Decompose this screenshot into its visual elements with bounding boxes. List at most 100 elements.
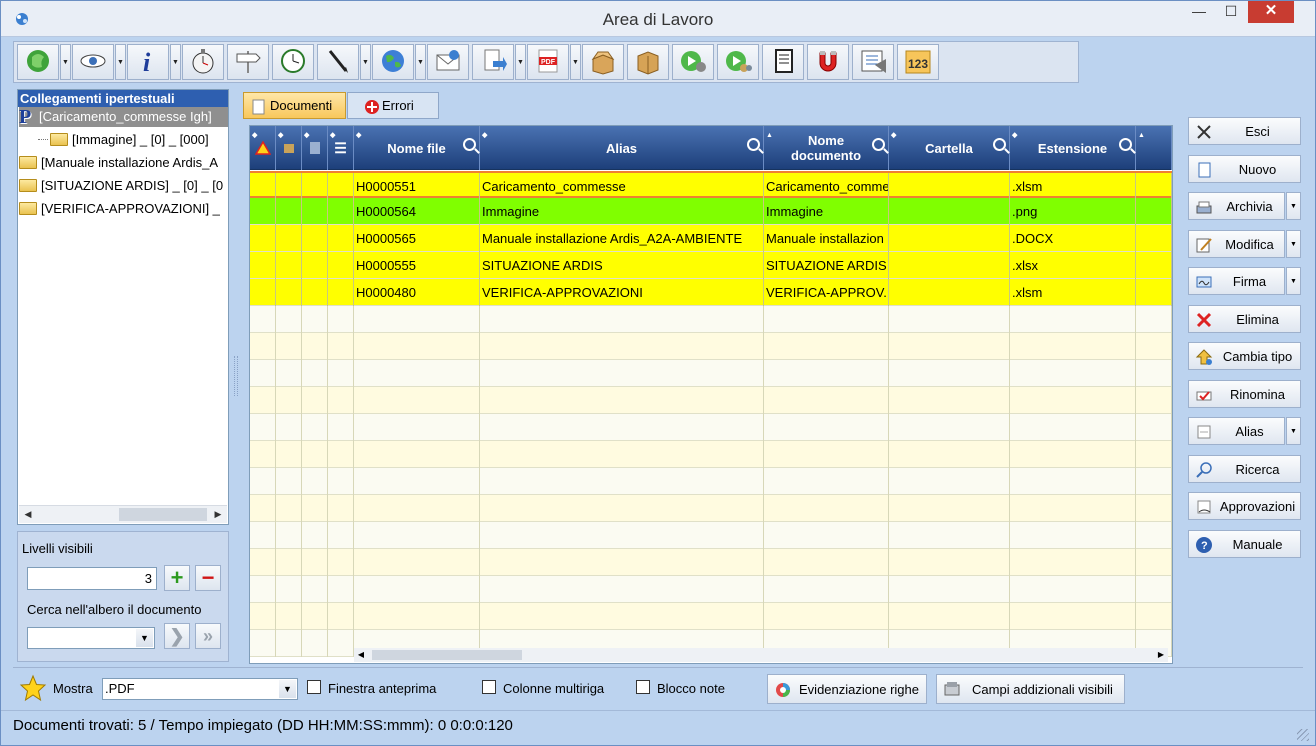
tree-item[interactable]: [VERIFICA-APPROVAZIONI] _ — [19, 199, 228, 219]
toolbar-button-play-user[interactable] — [672, 44, 714, 80]
toolbar-button-open-box[interactable] — [582, 44, 624, 80]
col-cartella-header[interactable]: Cartella ◆ — [889, 126, 1010, 170]
search-icon[interactable] — [463, 138, 476, 151]
col-warning-header[interactable]: ◆ — [250, 126, 276, 170]
toolbar-button-pen[interactable] — [317, 44, 359, 80]
levels-input[interactable]: 3 — [27, 567, 157, 590]
chevron-down-icon[interactable]: ▼ — [360, 44, 371, 80]
close-window-button[interactable]: ✕ — [1248, 1, 1294, 23]
table-row-empty[interactable] — [250, 495, 1172, 522]
archivia-button[interactable]: Archivia — [1188, 192, 1285, 220]
scroll-thumb[interactable] — [119, 508, 207, 521]
firma-button[interactable]: Firma — [1188, 267, 1285, 295]
col-package-header[interactable]: ◆ — [276, 126, 302, 170]
manuale-button[interactable]: ? Manuale — [1188, 530, 1301, 558]
table-row-empty[interactable] — [250, 387, 1172, 414]
toolbar-button-binder[interactable] — [762, 44, 804, 80]
scroll-right-arrow-icon[interactable]: ▶ — [209, 506, 227, 523]
additional-fields-button[interactable]: Campi addizionali visibili — [936, 674, 1125, 704]
grid-horizontal-scrollbar[interactable]: ◀ ▶ — [354, 648, 1168, 662]
table-row-empty[interactable] — [250, 603, 1172, 630]
chevron-down-icon[interactable]: ▼ — [1286, 230, 1301, 258]
panel-splitter[interactable] — [234, 356, 238, 396]
toolbar-button-email[interactable] — [427, 44, 469, 80]
chevron-down-icon[interactable]: ▼ — [279, 680, 296, 698]
toolbar-button-eye[interactable] — [72, 44, 114, 80]
add-level-button[interactable]: + — [164, 565, 190, 591]
tree-item[interactable]: [SITUAZIONE ARDIS] _ [0] _ [0 — [19, 176, 228, 196]
tab-documenti[interactable]: Documenti — [243, 92, 346, 119]
table-row[interactable]: H0000564 Immagine Immagine .png — [250, 198, 1172, 225]
toolbar-button-play-group[interactable] — [717, 44, 759, 80]
tree-item[interactable]: [Manuale installazione Ardis_A — [19, 153, 228, 173]
toolbar-button-document-export[interactable] — [472, 44, 514, 80]
table-row-empty[interactable] — [250, 576, 1172, 603]
rinomina-button[interactable]: Rinomina — [1188, 380, 1301, 408]
tree-horizontal-scrollbar[interactable]: ◀ ▶ — [19, 505, 227, 523]
modifica-button[interactable]: Modifica — [1188, 230, 1285, 258]
table-row-empty[interactable] — [250, 468, 1172, 495]
col-note-header[interactable]: ◆ — [302, 126, 328, 170]
search-icon[interactable] — [872, 138, 885, 151]
search-icon[interactable] — [1119, 138, 1132, 151]
grid-scroll-left-icon[interactable]: ◀ — [354, 648, 368, 662]
resize-grip-icon[interactable] — [1297, 729, 1309, 741]
table-row[interactable]: H0000480 VERIFICA-APPROVAZIONI VERIFICA-AP… — [250, 279, 1172, 306]
col-nome-documento-header[interactable]: Nome documento ▲ — [764, 126, 889, 170]
table-row[interactable]: H0000555 SITUAZIONE ARDIS SITUAZIONE ARDIS… — [250, 252, 1172, 279]
grid-scroll-thumb[interactable] — [372, 650, 522, 660]
table-row-empty[interactable] — [250, 441, 1172, 468]
chevron-down-icon[interactable]: ▼ — [136, 629, 153, 647]
mostra-select[interactable]: .PDF ▼ — [102, 678, 298, 700]
find-next-button[interactable]: ❯ — [164, 623, 190, 649]
search-icon[interactable] — [747, 138, 760, 151]
nuovo-button[interactable]: Nuovo — [1188, 155, 1301, 183]
notepad-checkbox[interactable] — [636, 680, 650, 694]
esci-button[interactable]: Esci — [1188, 117, 1301, 145]
chevron-down-icon[interactable]: ▼ — [515, 44, 526, 80]
find-last-button[interactable]: » — [195, 623, 221, 649]
table-row-empty[interactable] — [250, 549, 1172, 576]
search-icon[interactable] — [993, 138, 1006, 151]
toolbar-button-info[interactable]: i — [127, 44, 169, 80]
row-highlight-button[interactable]: Evidenziazione righe — [767, 674, 927, 704]
table-row-empty[interactable] — [250, 360, 1172, 387]
tree-item[interactable]: P [Caricamento_commesse Igh] — [19, 107, 228, 127]
toolbar-button-green-globe[interactable] — [17, 44, 59, 80]
chevron-down-icon[interactable]: ▼ — [570, 44, 581, 80]
table-row[interactable]: H0000565 Manuale installazione Ardis_A2A-… — [250, 225, 1172, 252]
search-tree-combo[interactable]: ▼ — [27, 627, 155, 649]
table-row[interactable]: H0000551 Caricamento_commesse Caricamento_… — [250, 171, 1172, 200]
multiline-columns-checkbox[interactable] — [482, 680, 496, 694]
elimina-button[interactable]: Elimina — [1188, 305, 1301, 333]
toolbar-button-clock[interactable] — [272, 44, 314, 80]
col-menu-header[interactable]: ☰ ◆ — [328, 126, 354, 170]
approvazioni-button[interactable]: Approvazioni — [1188, 492, 1301, 520]
toolbar-button-magnet[interactable] — [807, 44, 849, 80]
chevron-down-icon[interactable]: ▼ — [115, 44, 126, 80]
toolbar-button-world[interactable] — [372, 44, 414, 80]
chevron-down-icon[interactable]: ▼ — [1286, 267, 1301, 295]
toolbar-button-signpost[interactable] — [227, 44, 269, 80]
chevron-down-icon[interactable]: ▼ — [170, 44, 181, 80]
chevron-down-icon[interactable]: ▼ — [60, 44, 71, 80]
toolbar-button-closed-box[interactable] — [627, 44, 669, 80]
col-alias-header[interactable]: Alias ◆ — [480, 126, 764, 170]
chevron-down-icon[interactable]: ▼ — [1286, 417, 1301, 445]
table-row-empty[interactable] — [250, 306, 1172, 333]
scroll-left-arrow-icon[interactable]: ◀ — [19, 506, 37, 523]
tab-errori[interactable]: Errori — [347, 92, 439, 119]
table-row-empty[interactable] — [250, 522, 1172, 549]
toolbar-button-checklist[interactable] — [852, 44, 894, 80]
chevron-down-icon[interactable]: ▼ — [1286, 192, 1301, 220]
table-row-empty[interactable] — [250, 333, 1172, 360]
col-extra-header[interactable]: ▲ — [1136, 126, 1172, 170]
table-row-empty[interactable] — [250, 414, 1172, 441]
preview-window-checkbox[interactable] — [307, 680, 321, 694]
cambia-tipo-button[interactable]: Cambia tipo — [1188, 342, 1301, 370]
grid-scroll-right-icon[interactable]: ▶ — [1154, 648, 1168, 662]
toolbar-button-pdf[interactable]: PDF — [527, 44, 569, 80]
remove-level-button[interactable]: − — [195, 565, 221, 591]
minimize-button[interactable]: — — [1184, 1, 1214, 23]
col-estensione-header[interactable]: Estensione ◆ — [1010, 126, 1136, 170]
